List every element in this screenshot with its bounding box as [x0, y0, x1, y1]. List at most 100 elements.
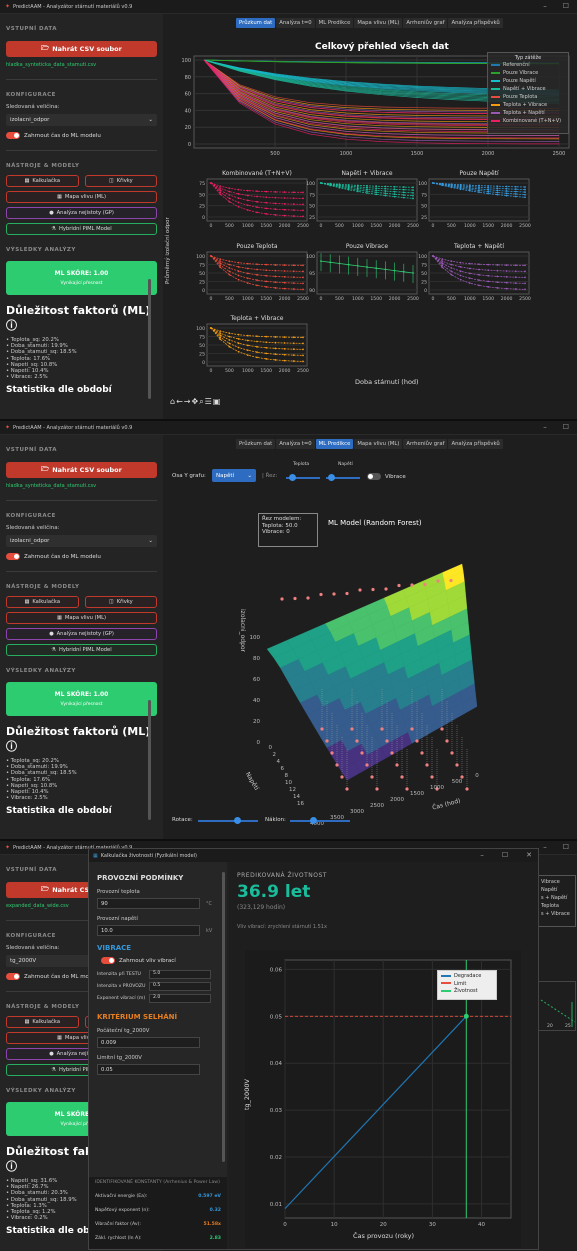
toggle-switch[interactable]	[101, 957, 115, 964]
save-icon[interactable]: ▣	[213, 397, 222, 406]
maximize-icon[interactable]: ☐	[502, 851, 508, 859]
toggle-switch[interactable]	[367, 473, 381, 480]
upload-csv-button[interactable]: 🗁Nahrát CSV soubor	[6, 41, 157, 57]
slider-handle[interactable]	[234, 817, 241, 824]
calculator-button[interactable]: ▦ Kalkulačka	[6, 175, 79, 187]
minimize-icon[interactable]: –	[543, 2, 547, 10]
vib-test-input[interactable]: 5.0	[149, 970, 211, 979]
x-tick: 1000	[464, 223, 476, 229]
y-tick: 25	[199, 352, 205, 358]
scrollbar[interactable]	[148, 279, 151, 399]
x-tick: 10	[331, 1222, 338, 1228]
curves-button[interactable]: ◫Křivky	[84, 175, 157, 187]
vibration-toggle[interactable]: Zahrnout vliv vibrací	[101, 957, 219, 964]
tab-contrib[interactable]: Analýza příspěvků	[448, 439, 503, 449]
tab-influence[interactable]: Mapa vlivu (ML)	[354, 439, 403, 449]
y-tick: 0.02	[270, 1155, 282, 1161]
tab-ml-predict[interactable]: ML Predikce	[315, 18, 354, 28]
rotation-slider[interactable]	[198, 817, 258, 824]
x-tick: 0	[432, 223, 435, 229]
minimize-icon[interactable]: –	[543, 843, 547, 851]
vibration-toggle-label: Zahrnout vliv vibrací	[119, 957, 176, 964]
toggle-switch[interactable]	[6, 553, 20, 560]
tab-data-explore[interactable]: Průzkum dat	[236, 18, 276, 28]
curves-label: Křivky	[116, 599, 133, 605]
vib-operation-input[interactable]: 0.5	[149, 982, 211, 991]
bg-legend-item: Vibrace	[541, 879, 560, 885]
legend-item: Napětí + Vibrace	[491, 85, 565, 93]
tracked-select[interactable]: izolacni_odpor ⌄	[6, 114, 157, 126]
minimize-icon[interactable]: –	[480, 851, 484, 859]
importance-title: Důležitost faktorů (ML) ⓘ	[6, 725, 157, 754]
calculator-button[interactable]: ▦ Kalkulačka	[6, 1016, 79, 1028]
calculator-icon: ▦	[93, 852, 98, 859]
grid-icon: ▦	[56, 1035, 62, 1041]
slider-handle[interactable]	[328, 474, 335, 481]
calculator-button[interactable]: ▦ Kalkulačka	[6, 596, 79, 608]
back-icon[interactable]: ←	[176, 397, 184, 406]
const-value: 2.83	[209, 1236, 221, 1241]
hybrid-piml-button[interactable]: ⚗ Hybridní PIML Model	[6, 644, 157, 656]
maximize-icon[interactable]: ☐	[563, 2, 569, 10]
vib-exponent-input[interactable]: 2.0	[149, 994, 211, 1003]
tilt-slider[interactable]	[290, 817, 350, 824]
temperature-input[interactable]: 90	[97, 898, 200, 909]
limit-value-input[interactable]: 0.05	[97, 1064, 200, 1075]
minimize-icon[interactable]: –	[543, 423, 547, 431]
toggle-switch[interactable]	[6, 973, 20, 980]
volt-slider[interactable]	[326, 474, 360, 481]
maximize-icon[interactable]: ☐	[563, 843, 569, 851]
tab-arrhenius[interactable]: Arrheniův graf	[403, 18, 448, 28]
bg-tick: 25	[565, 1024, 571, 1029]
influence-label: Mapa vlivu (ML)	[64, 615, 107, 621]
data-point	[360, 751, 364, 755]
scrollbar[interactable]	[148, 700, 151, 820]
hybrid-piml-button[interactable]: ⚗ Hybridní PIML Model	[6, 223, 157, 235]
toggle-switch[interactable]	[6, 132, 20, 139]
data-point	[390, 751, 394, 755]
include-time-toggle[interactable]: Zahrnout čas do ML modelu	[6, 132, 157, 139]
info-icon[interactable]: ⓘ	[6, 319, 17, 332]
info-icon[interactable]: ⓘ	[6, 1160, 17, 1173]
tracked-select[interactable]: izolacni_odpor ⌄	[6, 535, 157, 547]
influence-map-button[interactable]: ▦ Mapa vlivu (ML)	[6, 612, 157, 624]
info-icon[interactable]: ⓘ	[6, 740, 17, 753]
y-tick: 0.06	[270, 967, 283, 973]
influence-map-button[interactable]: ▦ Mapa vlivu (ML)	[6, 191, 157, 203]
uncertainty-button[interactable]: ● Analýza nejistoty (GP)	[6, 628, 157, 640]
include-time-toggle[interactable]: Zahrnout čas do ML modelu	[6, 553, 157, 560]
upload-csv-button[interactable]: 🗁Nahrát CSV soubor	[6, 462, 157, 478]
vibration-toggle[interactable]: Vibrace	[367, 473, 406, 480]
maximize-icon[interactable]: ☐	[563, 423, 569, 431]
scrollbar[interactable]	[222, 872, 225, 1162]
z-tick: 100	[250, 635, 261, 641]
tab-contrib[interactable]: Analýza příspěvků	[448, 18, 503, 28]
uncertainty-button[interactable]: ● Analýza nejistoty (GP)	[6, 207, 157, 219]
tab-t0[interactable]: Analýza t=0	[276, 18, 315, 28]
y-tick: 100	[196, 326, 205, 332]
curves-button[interactable]: ◫Křivky	[84, 596, 157, 608]
tab-t0[interactable]: Analýza t=0	[276, 439, 315, 449]
tab-influence[interactable]: Mapa vlivu (ML)	[354, 18, 403, 28]
curves-icon: ◫	[108, 599, 114, 605]
legend-item: Teplota + Vibrace	[491, 101, 565, 109]
x-tick: 0	[210, 368, 213, 374]
data-point	[524, 264, 526, 267]
y-tick: 100	[418, 254, 427, 260]
configure-icon[interactable]: ☰	[205, 397, 213, 406]
section-input: VSTUPNÍ DATA	[6, 447, 58, 453]
tab-ml-predict[interactable]: ML Predikce	[315, 439, 354, 449]
x-tick: 2500	[370, 803, 384, 809]
tab-arrhenius[interactable]: Arrheniův graf	[403, 439, 448, 449]
voltage-input[interactable]: 10.0	[97, 925, 200, 936]
temp-slider[interactable]	[286, 474, 320, 481]
y-tick: 0	[202, 288, 205, 294]
close-icon[interactable]: ✕	[526, 851, 532, 859]
tab-data-explore[interactable]: Průzkum dat	[236, 439, 276, 449]
initial-value-input[interactable]: 0.009	[97, 1037, 200, 1048]
slider-handle[interactable]	[289, 474, 296, 481]
slider-handle[interactable]	[310, 817, 317, 824]
data-point	[365, 763, 369, 767]
y-tick: 25	[199, 280, 205, 286]
axis-select[interactable]: Napětí ⌄	[212, 469, 256, 482]
